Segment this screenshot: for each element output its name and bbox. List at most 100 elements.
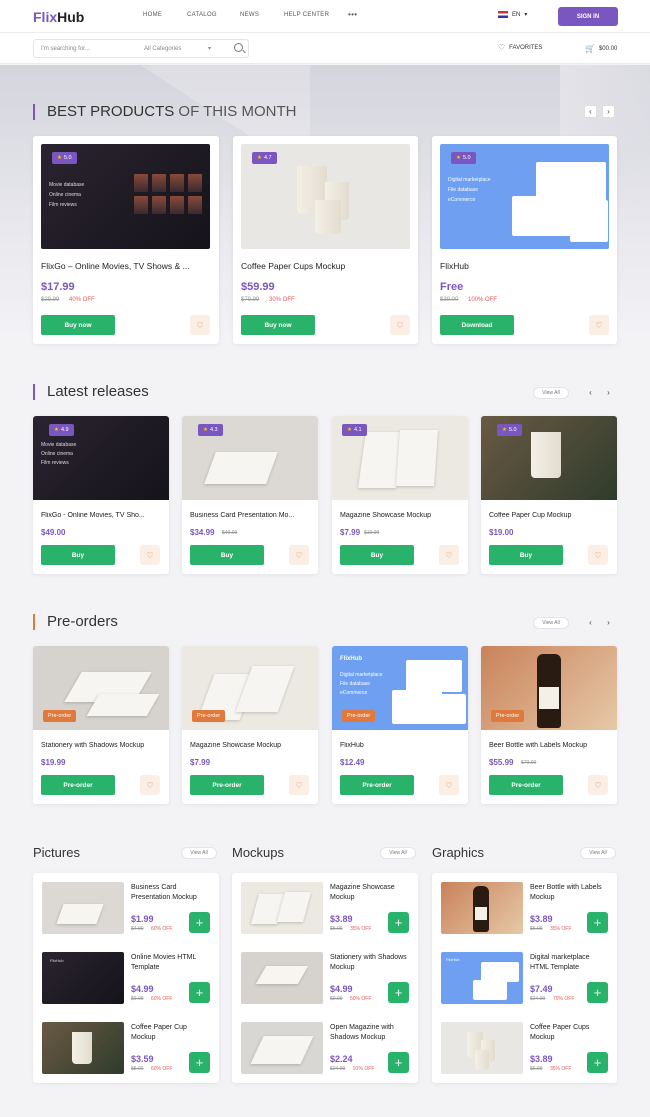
heart-icon[interactable]: ♡ — [439, 775, 459, 795]
buy-button[interactable]: Buy — [41, 545, 115, 565]
next-arrow-icon[interactable]: › — [602, 386, 615, 399]
nav-catalog[interactable]: CATALOG — [187, 12, 217, 18]
site-logo[interactable]: FlixHub — [33, 9, 84, 25]
list-thumbnail[interactable]: FlixHub — [441, 952, 523, 1004]
release-card[interactable]: ★ 4.3 Business Card Presentation Mo... $3… — [182, 416, 318, 574]
list-thumbnail[interactable] — [441, 1022, 523, 1074]
list-item-discount: 35% OFF — [550, 926, 572, 932]
buy-now-button[interactable]: Buy now — [41, 315, 115, 335]
list-item-title[interactable]: Magazine Showcase Mockup — [330, 883, 410, 903]
preorder-card[interactable]: Pre-order Beer Bottle with Labels Mockup… — [481, 646, 617, 804]
product-title[interactable]: Beer Bottle with Labels Mockup — [489, 742, 613, 749]
add-to-cart-button[interactable]: + — [189, 1052, 210, 1073]
nav-more-icon[interactable]: ••• — [348, 10, 357, 19]
product-title[interactable]: FlixGo – Online Movies, TV Shows & ... — [41, 261, 211, 271]
list-item-title[interactable]: Coffee Paper Cups Mockup — [530, 1023, 610, 1043]
search-icon[interactable] — [234, 43, 243, 52]
list-item-title[interactable]: Beer Bottle with Labels Mockup — [530, 883, 610, 903]
search-input[interactable]: I'm searching for... All Categories ▾ — [33, 39, 249, 58]
heart-icon[interactable]: ♡ — [589, 315, 609, 335]
add-to-cart-button[interactable]: + — [388, 982, 409, 1003]
pre-orders-title: Pre-orders — [33, 614, 118, 630]
heart-icon[interactable]: ♡ — [190, 315, 210, 335]
nav-news[interactable]: NEWS — [240, 12, 259, 18]
nav-home[interactable]: HOME — [143, 12, 162, 18]
sign-in-button[interactable]: SIGN IN — [558, 7, 618, 26]
list-item-title[interactable]: Online Movies HTML Template — [131, 953, 211, 973]
product-title[interactable]: Coffee Paper Cups Mockup — [241, 261, 411, 271]
buy-now-button[interactable]: Buy now — [241, 315, 315, 335]
product-title[interactable]: FlixHub — [340, 742, 464, 749]
heart-icon[interactable]: ♡ — [140, 775, 160, 795]
product-price: $59.99 — [241, 281, 275, 293]
add-to-cart-button[interactable]: + — [189, 912, 210, 933]
product-title[interactable]: Magazine Showcase Mockup — [190, 742, 314, 749]
prev-arrow-icon[interactable]: ‹ — [584, 386, 597, 399]
view-all-button[interactable]: View All — [580, 847, 616, 859]
view-all-button[interactable]: View All — [533, 387, 569, 399]
product-title[interactable]: FlixHub — [440, 261, 610, 271]
pre-order-button[interactable]: Pre-order — [41, 775, 115, 795]
prev-arrow-icon[interactable]: ‹ — [584, 105, 597, 118]
add-to-cart-button[interactable]: + — [587, 912, 608, 933]
add-to-cart-button[interactable]: + — [189, 982, 210, 1003]
next-arrow-icon[interactable]: › — [602, 105, 615, 118]
prev-arrow-icon[interactable]: ‹ — [584, 616, 597, 629]
release-card[interactable]: ★ 4.1 Magazine Showcase Mockup $7.99 $19.… — [332, 416, 468, 574]
product-title[interactable]: Magazine Showcase Mockup — [340, 512, 464, 519]
list-item-title[interactable]: Open Magazine with Shadows Mockup — [330, 1023, 410, 1043]
product-title[interactable]: Business Card Presentation Mo... — [190, 512, 314, 519]
view-all-button[interactable]: View All — [380, 847, 416, 859]
nav-help-center[interactable]: HELP CENTER — [284, 12, 329, 18]
list-item-title[interactable]: Coffee Paper Cup Mockup — [131, 1023, 211, 1043]
list-item-title[interactable]: Business Card Presentation Mockup — [131, 883, 211, 903]
column-title-pictures: Pictures — [33, 845, 80, 860]
list-thumbnail[interactable] — [241, 882, 323, 934]
view-all-button[interactable]: View All — [181, 847, 217, 859]
buy-button[interactable]: Buy — [340, 545, 414, 565]
list-thumbnail[interactable]: FlixHub — [42, 952, 124, 1004]
favorites-link[interactable]: ♡ FAVORITES — [498, 44, 542, 52]
pre-order-button[interactable]: Pre-order — [190, 775, 264, 795]
best-product-card[interactable]: Movie database Online cinema Film review… — [33, 136, 219, 344]
release-card[interactable]: ★ 5.0 Coffee Paper Cup Mockup $19.00 Buy … — [481, 416, 617, 574]
list-item-title[interactable]: Stationery with Shadows Mockup — [330, 953, 410, 973]
list-thumbnail[interactable] — [241, 1022, 323, 1074]
heart-icon[interactable]: ♡ — [289, 775, 309, 795]
add-to-cart-button[interactable]: + — [388, 912, 409, 933]
heart-icon[interactable]: ♡ — [289, 545, 309, 565]
best-product-card[interactable]: Digital marketplace File database eComme… — [432, 136, 617, 344]
list-thumbnail[interactable] — [441, 882, 523, 934]
product-title[interactable]: Coffee Paper Cup Mockup — [489, 512, 613, 519]
best-product-card[interactable]: ★ 4.7 Coffee Paper Cups Mockup $59.99 $79… — [233, 136, 418, 344]
preorder-card[interactable]: Pre-order Magazine Showcase Mockup $7.99… — [182, 646, 318, 804]
cart-link[interactable]: 🛒 $00.00 — [585, 44, 617, 53]
preorder-card[interactable]: FlixHub Digital marketplace File databas… — [332, 646, 468, 804]
buy-button[interactable]: Buy — [489, 545, 563, 565]
add-to-cart-button[interactable]: + — [388, 1052, 409, 1073]
product-title[interactable]: Stationery with Shadows Mockup — [41, 742, 165, 749]
pre-order-button[interactable]: Pre-order — [489, 775, 563, 795]
list-thumbnail[interactable] — [42, 1022, 124, 1074]
heart-icon[interactable]: ♡ — [588, 545, 608, 565]
buy-button[interactable]: Buy — [190, 545, 264, 565]
product-title[interactable]: FlixGo - Online Movies, TV Sho... — [41, 512, 165, 519]
heart-icon[interactable]: ♡ — [588, 775, 608, 795]
add-to-cart-button[interactable]: + — [587, 982, 608, 1003]
add-to-cart-button[interactable]: + — [587, 1052, 608, 1073]
download-button[interactable]: Download — [440, 315, 514, 335]
heart-icon[interactable]: ♡ — [140, 545, 160, 565]
pre-order-button[interactable]: Pre-order — [340, 775, 414, 795]
category-select[interactable]: All Categories — [144, 46, 181, 52]
list-thumbnail[interactable] — [241, 952, 323, 1004]
preorder-card[interactable]: Pre-order Stationery with Shadows Mockup… — [33, 646, 169, 804]
heart-icon[interactable]: ♡ — [390, 315, 410, 335]
heart-icon[interactable]: ♡ — [439, 545, 459, 565]
view-all-button[interactable]: View All — [533, 617, 569, 629]
release-card[interactable]: Movie database Online cinema Film review… — [33, 416, 169, 574]
list-item-title[interactable]: Digital marketplace HTML Template — [530, 953, 610, 973]
language-selector[interactable]: EN ▾ — [498, 11, 527, 18]
next-arrow-icon[interactable]: › — [602, 616, 615, 629]
list-thumbnail[interactable] — [42, 882, 124, 934]
pre-order-badge: Pre-order — [342, 710, 376, 722]
